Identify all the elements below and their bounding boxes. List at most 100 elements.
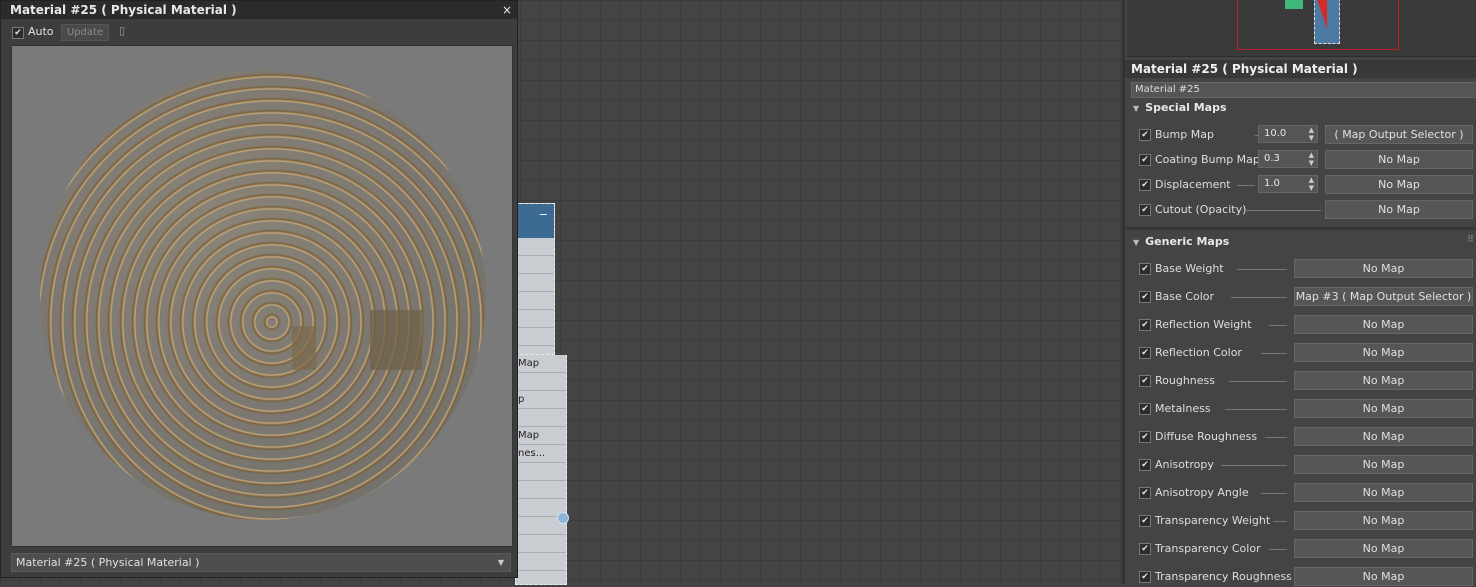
auto-checkbox[interactable]: ✔ [12,27,24,39]
generic-map-row: ✔ Reflection Color No Map [1137,343,1476,363]
map-enable-checkbox[interactable]: ✔ [1139,571,1151,583]
cutout-label: Cutout (Opacity) [1155,203,1247,216]
node-slot[interactable] [516,292,554,310]
node-slot[interactable] [516,481,566,499]
map-slot-button[interactable]: No Map [1294,343,1473,362]
node-output-socket[interactable] [557,512,569,524]
generic-map-row: ✔ Base Weight No Map [1137,259,1476,279]
displacement-button[interactable]: No Map [1325,175,1473,194]
special-map-row-displacement: ✔ Displacement 1.0 ▲ ▼ No Map [1137,175,1476,195]
leader-line [1269,325,1287,326]
map-slot-button[interactable]: No Map [1294,483,1473,502]
material-preview-window[interactable]: Material #25 ( Physical Material ) × ✔ A… [0,0,518,578]
cutout-button[interactable]: No Map [1325,200,1473,219]
map-slot-button[interactable]: No Map [1294,427,1473,446]
map-label: Diffuse Roughness [1155,430,1258,443]
generic-maps-header[interactable]: ▼ Generic Maps ⠿ [1133,235,1474,249]
special-maps-title: Special Maps [1145,101,1227,113]
options-icon[interactable]: ▯ [119,24,131,38]
preview-titlebar[interactable]: Material #25 ( Physical Material ) × [1,1,517,19]
bump-map-amount[interactable]: 10.0 ▲ ▼ [1258,125,1318,143]
node-slot[interactable] [516,535,566,553]
generic-map-row: ✔ Diffuse Roughness No Map [1137,427,1476,447]
coating-bump-label: Coating Bump Map [1155,153,1260,166]
navigator-selected-node [1314,0,1340,44]
node-slot[interactable] [516,238,554,256]
chevron-down-icon: ▼ [497,558,504,567]
map-slot-button[interactable]: Map #3 ( Map Output Selector ) [1294,287,1473,306]
node-slot[interactable] [516,409,566,427]
map-label: Metalness [1155,402,1211,415]
map-slot-button[interactable]: No Map [1294,539,1473,558]
bump-map-checkbox[interactable]: ✔ [1139,129,1151,141]
leader-line [1229,381,1287,382]
node-slot[interactable]: p [516,391,566,409]
node-slot[interactable] [516,328,554,346]
material-select[interactable]: Material #25 ( Physical Material ) ▼ [11,553,511,572]
material-node-header[interactable]: − [516,204,554,238]
displacement-amount[interactable]: 1.0 ▲ ▼ [1258,175,1318,193]
node-slot[interactable] [516,274,554,292]
material-name-field[interactable]: Material #25 [1131,82,1476,98]
map-enable-checkbox[interactable]: ✔ [1139,487,1151,499]
node-slot[interactable]: Map [516,427,566,445]
leader-line [1265,437,1287,438]
map-slot-button[interactable]: No Map [1294,567,1473,586]
node-slot[interactable] [516,373,566,391]
preview-toolbar: ✔ Auto Update ▯ [1,19,517,45]
node-slot[interactable]: nes... [516,445,566,463]
map-enable-checkbox[interactable]: ✔ [1139,459,1151,471]
generic-maps-title: Generic Maps [1145,235,1230,248]
map-enable-checkbox[interactable]: ✔ [1139,403,1151,415]
auto-label: Auto [28,25,54,38]
node-slot[interactable] [516,463,566,481]
map-label: Transparency Roughness [1155,570,1292,583]
spinner-arrows-icon[interactable]: ▲ ▼ [1309,151,1314,167]
map-slot-button[interactable]: No Map [1294,511,1473,530]
node-minimize-icon[interactable]: − [539,208,548,221]
map-enable-checkbox[interactable]: ✔ [1139,347,1151,359]
displacement-checkbox[interactable]: ✔ [1139,179,1151,191]
map-enable-checkbox[interactable]: ✔ [1139,291,1151,303]
special-maps-header[interactable]: ▼ Special Maps [1133,101,1227,113]
material-node-lower[interactable]: Map p Map nes... [515,355,567,585]
coating-bump-amount[interactable]: 0.3 ▲ ▼ [1258,150,1318,168]
map-enable-checkbox[interactable]: ✔ [1139,263,1151,275]
map-label: Reflection Weight [1155,318,1252,331]
map-label: Transparency Color [1155,542,1261,555]
map-enable-checkbox[interactable]: ✔ [1139,319,1151,331]
map-slot-button[interactable]: No Map [1294,315,1473,334]
map-enable-checkbox[interactable]: ✔ [1139,431,1151,443]
node-slot[interactable] [516,256,554,274]
map-enable-checkbox[interactable]: ✔ [1139,543,1151,555]
cutout-checkbox[interactable]: ✔ [1139,204,1151,216]
preview-title: Material #25 ( Physical Material ) [10,3,237,17]
update-button[interactable]: Update [61,24,109,41]
node-slot[interactable] [516,310,554,328]
navigator-node-thumb [1285,0,1303,9]
map-slot-button[interactable]: No Map [1294,259,1473,278]
coating-bump-button[interactable]: No Map [1325,150,1473,169]
map-label: Anisotropy [1155,458,1214,471]
bump-map-button[interactable]: ( Map Output Selector ) [1325,125,1473,144]
map-slot-button[interactable]: No Map [1294,399,1473,418]
material-node[interactable]: − [515,203,555,355]
map-enable-checkbox[interactable]: ✔ [1139,375,1151,387]
node-slot[interactable]: Map [516,355,566,373]
node-slot[interactable] [516,553,566,571]
map-label: Transparency Weight [1155,514,1271,527]
navigator-view[interactable] [1127,0,1476,57]
coating-bump-checkbox[interactable]: ✔ [1139,154,1151,166]
close-icon[interactable]: × [502,1,512,19]
special-map-row-bump: ✔ Bump Map 10.0 ▲ ▼ ( Map Output Selector … [1137,125,1476,145]
map-slot-button[interactable]: No Map [1294,371,1473,390]
leader-line [1221,465,1287,466]
map-slot-button[interactable]: No Map [1294,455,1473,474]
generic-map-row: ✔ Anisotropy No Map [1137,455,1476,475]
grip-icon[interactable]: ⠿ [1467,235,1474,245]
map-enable-checkbox[interactable]: ✔ [1139,515,1151,527]
spinner-arrows-icon[interactable]: ▲ ▼ [1309,126,1314,142]
map-label: Reflection Color [1155,346,1242,359]
spinner-arrows-icon[interactable]: ▲ ▼ [1309,176,1314,192]
material-render-view[interactable] [11,45,513,547]
